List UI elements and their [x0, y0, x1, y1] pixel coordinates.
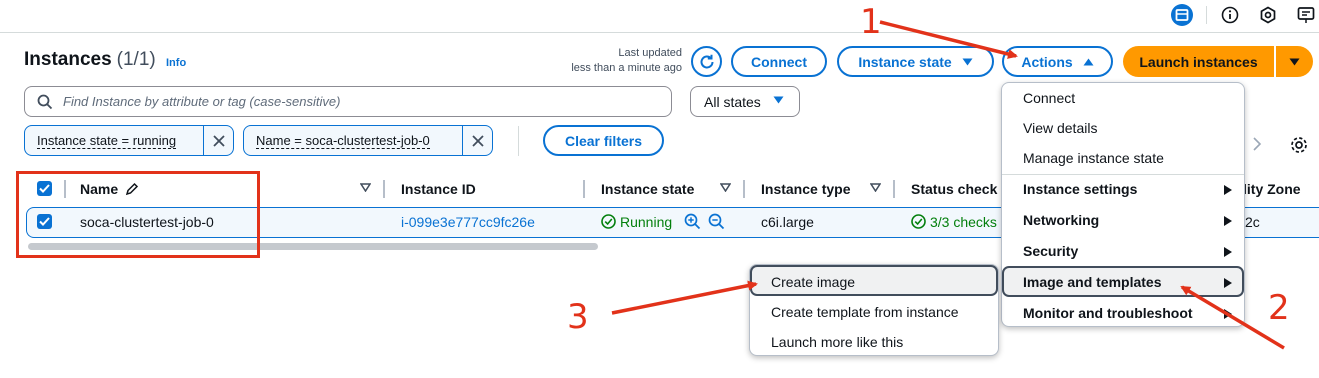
annotation-number-2: 2	[1268, 288, 1290, 328]
menu-item-image-templates[interactable]: Image and templates	[1023, 274, 1162, 290]
actions-button[interactable]: Actions	[1002, 46, 1113, 77]
caret-right-icon	[1224, 185, 1232, 195]
arrow-3	[611, 280, 758, 315]
connect-button[interactable]: Connect	[731, 46, 827, 77]
check-circle-icon	[911, 214, 926, 229]
annotation-number-1: 1	[860, 2, 882, 42]
menu-item-networking[interactable]: Networking	[1023, 212, 1099, 228]
last-updated: Last updated less than a minute ago	[571, 47, 682, 74]
menu-item-create-template[interactable]: Create template from instance	[771, 304, 959, 320]
zoom-in-icon[interactable]	[684, 213, 701, 230]
actions-menu: Connect View details Manage instance sta…	[1001, 82, 1245, 327]
caret-right-icon	[1224, 309, 1232, 319]
divider	[518, 126, 519, 156]
caret-down-icon	[773, 96, 784, 104]
gear-icon[interactable]	[1290, 136, 1308, 154]
close-icon	[471, 134, 484, 147]
menu-item-manage-state[interactable]: Manage instance state	[1023, 150, 1164, 166]
info-icon[interactable]	[1219, 4, 1241, 26]
sort-icon[interactable]	[360, 183, 371, 192]
cell-instance-state: Running	[601, 214, 672, 230]
menu-item-connect[interactable]: Connect	[1023, 90, 1075, 106]
chevron-right-icon[interactable]	[1251, 136, 1263, 152]
caret-down-icon	[1289, 58, 1300, 65]
states-select[interactable]: All states	[690, 86, 800, 117]
caret-up-icon	[1083, 58, 1094, 65]
menu-item-create-image[interactable]: Create image	[771, 274, 855, 290]
caret-right-icon	[1224, 247, 1232, 257]
page-title: Instances (1/1)	[24, 49, 156, 70]
column-header-instance-type[interactable]: Instance type	[761, 181, 850, 197]
search-icon	[37, 94, 53, 110]
cell-availability-zone: 2c	[1245, 214, 1260, 230]
cloudshell-icon[interactable]	[1171, 4, 1193, 26]
launch-dropdown-button[interactable]	[1276, 46, 1313, 77]
clear-filters-button[interactable]: Clear filters	[543, 125, 664, 156]
cell-status-check: 3/3 checks	[911, 214, 997, 230]
zoom-out-icon[interactable]	[708, 213, 725, 230]
sort-icon[interactable]	[870, 183, 881, 192]
instance-state-button[interactable]: Instance state	[837, 46, 994, 77]
column-header-instance-state[interactable]: Instance state	[601, 181, 694, 197]
launch-instances-button[interactable]: Launch instances	[1123, 46, 1274, 77]
feedback-icon[interactable]	[1295, 4, 1317, 26]
menu-item-security[interactable]: Security	[1023, 243, 1078, 259]
highlight-box	[16, 171, 260, 258]
menu-item-instance-settings[interactable]: Instance settings	[1023, 181, 1137, 197]
filter-token-name[interactable]: Name = soca-clustertest-job-0	[243, 125, 493, 156]
refresh-button[interactable]	[691, 46, 722, 77]
remove-filter-button[interactable]	[203, 126, 233, 155]
info-link[interactable]: Info	[166, 57, 186, 69]
menu-item-launch-more[interactable]: Launch more like this	[771, 334, 903, 350]
menu-item-view-details[interactable]: View details	[1023, 120, 1097, 136]
search-input[interactable]: Find Instance by attribute or tag (case-…	[24, 86, 672, 117]
top-bar	[0, 0, 1319, 33]
menu-item-monitor[interactable]: Monitor and troubleshoot	[1023, 305, 1193, 321]
close-icon	[212, 134, 225, 147]
refresh-icon	[700, 54, 713, 68]
filter-token-state[interactable]: Instance state = running	[24, 125, 234, 156]
caret-right-icon	[1224, 278, 1232, 288]
column-header-instance-id[interactable]: Instance ID	[401, 181, 476, 197]
annotation-number-3: 3	[567, 297, 589, 337]
column-header-availability-zone[interactable]: lity Zone	[1243, 181, 1301, 197]
image-templates-submenu: Create image Create template from instan…	[749, 264, 999, 356]
column-header-status-check[interactable]: Status check	[911, 181, 997, 197]
search-placeholder: Find Instance by attribute or tag (case-…	[63, 94, 341, 109]
cell-instance-id[interactable]: i-099e3e777cc9fc26e	[401, 214, 535, 230]
sort-icon[interactable]	[720, 183, 731, 192]
remove-filter-button[interactable]	[462, 126, 492, 155]
cell-instance-type: c6i.large	[761, 214, 814, 230]
caret-right-icon	[1224, 216, 1232, 226]
caret-down-icon	[962, 58, 973, 65]
instance-count: (1/1)	[116, 49, 156, 70]
settings-icon[interactable]	[1257, 4, 1279, 26]
check-circle-icon	[601, 214, 616, 229]
